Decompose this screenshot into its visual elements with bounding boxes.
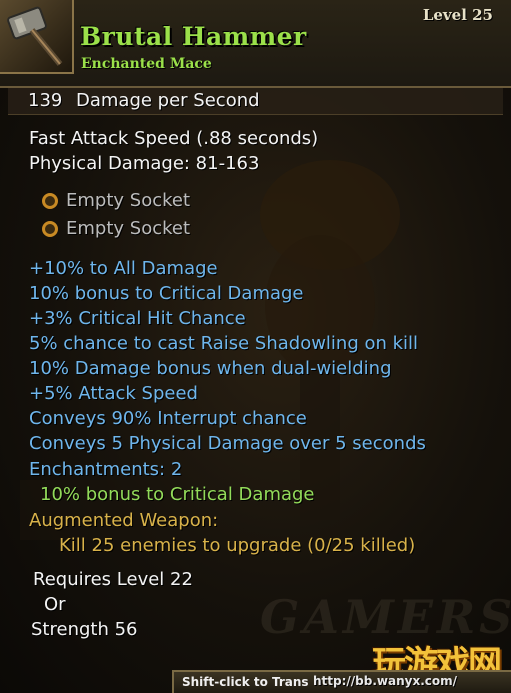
socket-icon (42, 193, 58, 209)
hammer-icon (7, 6, 63, 66)
item-level: Level 25 (422, 6, 493, 24)
enchantments-label: Enchantments: 2 (29, 459, 183, 480)
augmented-requirement: Kill 25 enemies to upgrade (0/25 killed) (59, 535, 416, 556)
item-title: Brutal Hammer (80, 22, 307, 51)
property-line: +3% Critical Hit Chance (29, 308, 246, 329)
dps-bar: 139 Damage per Second (8, 88, 503, 115)
requirement-level: Requires Level 22 (33, 569, 193, 590)
item-icon-frame (0, 0, 74, 74)
property-line: Conveys 90% Interrupt chance (29, 408, 307, 429)
property-line: 10% bonus to Critical Damage (29, 283, 304, 304)
physical-damage: Physical Damage: 81-163 (29, 153, 260, 174)
dps-label: Damage per Second (76, 90, 260, 111)
property-line: Conveys 5 Physical Damage over 5 seconds (29, 433, 426, 454)
property-line: +5% Attack Speed (29, 383, 198, 404)
socket-slot: Empty Socket (66, 190, 191, 211)
property-line: +10% to All Damage (29, 258, 218, 279)
property-line: 10% Damage bonus when dual-wielding (29, 358, 392, 379)
shift-click-hint: Shift-click to Trans (182, 675, 309, 689)
source-url: http://bb.wanyx.com/ (313, 674, 457, 688)
attack-speed: Fast Attack Speed (.88 seconds) (29, 128, 319, 149)
property-line: 5% chance to cast Raise Shadowling on ki… (29, 333, 419, 354)
tooltip-header: Brutal Hammer Enchanted Mace Level 25 (0, 0, 511, 88)
enchantment-line: 10% bonus to Critical Damage (40, 484, 315, 505)
dps-value: 139 (28, 90, 63, 111)
requirement-or: Or (44, 594, 66, 615)
augmented-label: Augmented Weapon: (29, 510, 219, 531)
item-type: Enchanted Mace (81, 56, 212, 72)
item-tooltip: Brutal Hammer Enchanted Mace Level 25 13… (0, 0, 511, 693)
requirement-strength: Strength 56 (31, 619, 138, 640)
socket-slot: Empty Socket (66, 218, 191, 239)
socket-icon (42, 221, 58, 237)
